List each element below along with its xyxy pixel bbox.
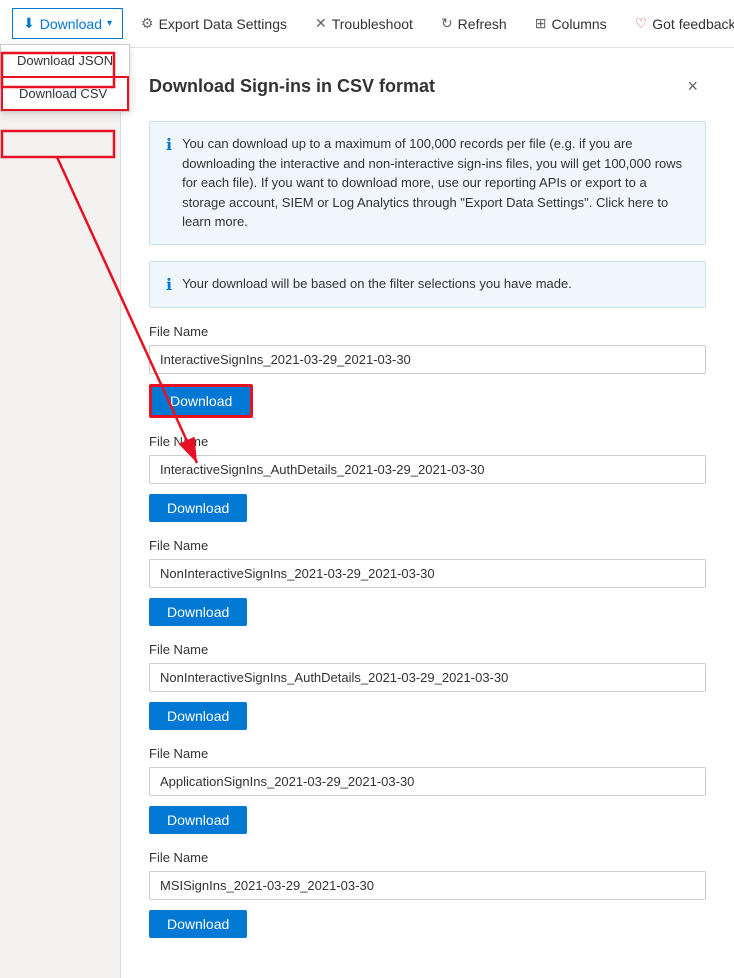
wrench-icon: ✕	[315, 15, 327, 32]
info-text-1: You can download up to a maximum of 100,…	[182, 134, 689, 232]
heart-icon: ♡	[635, 15, 648, 32]
file-input-1[interactable]	[149, 455, 706, 484]
info-icon-1: ℹ	[166, 135, 172, 155]
file-label-1: File Name	[149, 434, 706, 449]
download-file-button-2[interactable]: Download	[149, 598, 247, 626]
export-label: Export Data Settings	[159, 16, 287, 32]
refresh-button[interactable]: ↻ Refresh	[431, 9, 517, 38]
download-file-button-3[interactable]: Download	[149, 702, 247, 730]
modal-header: Download Sign-ins in CSV format ×	[149, 72, 706, 101]
file-section-5: File Name Download	[149, 850, 706, 938]
file-input-3[interactable]	[149, 663, 706, 692]
dropdown-menu: Download JSON Download CSV	[0, 44, 130, 112]
file-label-5: File Name	[149, 850, 706, 865]
main-content: Download Sign-ins in CSV format × ℹ You …	[0, 48, 734, 904]
columns-button[interactable]: ⊞ Columns	[525, 9, 617, 38]
download-file-button-5[interactable]: Download	[149, 910, 247, 938]
info-text-2: Your download will be based on the filte…	[182, 274, 572, 294]
file-input-2[interactable]	[149, 559, 706, 588]
download-toolbar-button[interactable]: ⬇ Download ▾	[12, 8, 123, 39]
file-section-2: File Name Download	[149, 538, 706, 626]
modal-panel: Download Sign-ins in CSV format × ℹ You …	[120, 48, 734, 978]
columns-label: Columns	[551, 16, 606, 32]
info-box-2: ℹ Your download will be based on the fil…	[149, 261, 706, 308]
modal-title: Download Sign-ins in CSV format	[149, 76, 435, 97]
chevron-down-icon: ▾	[107, 18, 112, 29]
file-section-0: File Name Download	[149, 324, 706, 418]
file-label-0: File Name	[149, 324, 706, 339]
refresh-label: Refresh	[458, 16, 507, 32]
gear-icon: ⚙	[141, 15, 154, 32]
file-label-3: File Name	[149, 642, 706, 657]
file-input-4[interactable]	[149, 767, 706, 796]
columns-icon: ⊞	[535, 15, 547, 32]
toolbar: ⬇ Download ▾ Download JSON Download CSV …	[0, 0, 734, 48]
troubleshoot-button[interactable]: ✕ Troubleshoot	[305, 9, 423, 38]
troubleshoot-label: Troubleshoot	[332, 16, 413, 32]
modal-close-button[interactable]: ×	[679, 72, 706, 101]
file-section-3: File Name Download	[149, 642, 706, 730]
file-input-5[interactable]	[149, 871, 706, 900]
file-section-1: File Name Download	[149, 434, 706, 522]
info-icon-2: ℹ	[166, 275, 172, 295]
info-box-1: ℹ You can download up to a maximum of 10…	[149, 121, 706, 245]
file-sections-container: File NameDownloadFile NameDownloadFile N…	[149, 324, 706, 938]
download-file-button-0[interactable]: Download	[149, 384, 253, 418]
export-data-settings-button[interactable]: ⚙ Export Data Settings	[131, 9, 297, 38]
dropdown-item-json[interactable]: Download JSON	[1, 45, 129, 76]
dropdown-item-csv[interactable]: Download CSV	[1, 76, 129, 111]
download-dropdown: Download JSON Download CSV	[0, 44, 130, 112]
file-label-2: File Name	[149, 538, 706, 553]
refresh-icon: ↻	[441, 15, 453, 32]
download-label: Download	[40, 16, 102, 32]
download-icon: ⬇	[23, 15, 35, 32]
file-label-4: File Name	[149, 746, 706, 761]
feedback-label: Got feedback?	[652, 16, 734, 32]
download-file-button-1[interactable]: Download	[149, 494, 247, 522]
feedback-button[interactable]: ♡ Got feedback?	[625, 9, 734, 38]
file-input-0[interactable]	[149, 345, 706, 374]
file-section-4: File Name Download	[149, 746, 706, 834]
download-file-button-4[interactable]: Download	[149, 806, 247, 834]
